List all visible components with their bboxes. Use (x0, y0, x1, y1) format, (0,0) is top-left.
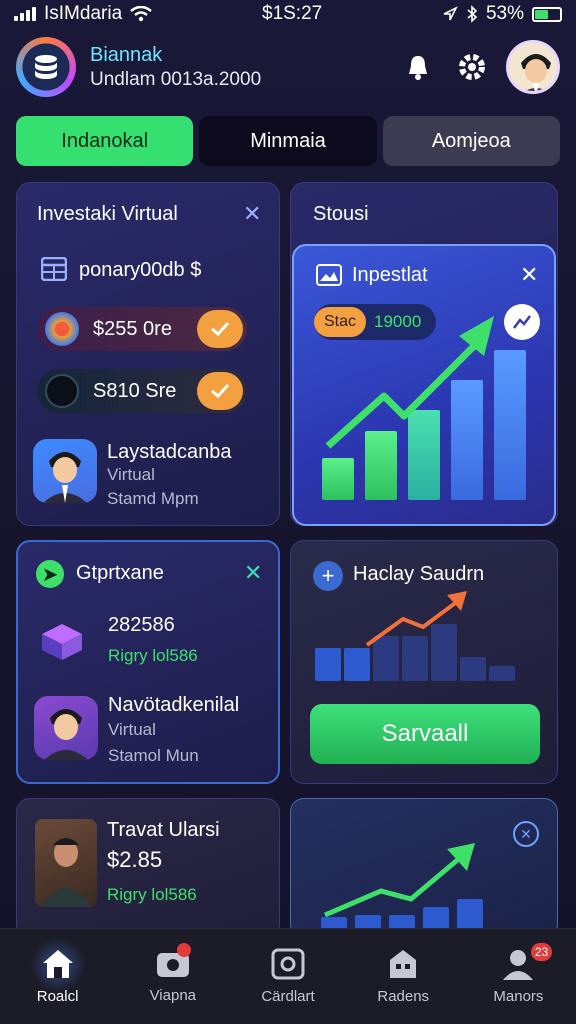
trend-arrow (365, 591, 467, 647)
status-bar: IsIMdaria $1S:27 53% (0, 0, 576, 28)
person-name: Laystadcanba (107, 441, 232, 463)
gear-icon[interactable] (452, 47, 492, 87)
signal-icon (14, 7, 36, 21)
chart-bar (489, 666, 515, 681)
chart-bar (322, 458, 354, 500)
card-title: Inpestlat (352, 264, 428, 286)
pill-1[interactable]: $255 0re (37, 307, 247, 351)
battery-percent: 53% (485, 3, 524, 24)
image-icon (316, 264, 342, 286)
value-label: 282586 (108, 614, 175, 636)
trend-icon[interactable] (504, 304, 540, 340)
chart-bar (344, 648, 370, 681)
bell-icon[interactable] (398, 47, 438, 87)
person-avatar[interactable] (34, 696, 98, 760)
wifi-icon (130, 6, 152, 22)
tab-aomjeoa[interactable]: Aomjeoa (382, 116, 560, 166)
profile-avatar[interactable] (506, 40, 560, 94)
app-header: Biannak Undlam 0013a.2000 (16, 36, 560, 98)
chart-bar (315, 648, 341, 681)
inpestiat-card[interactable]: Inpestlat ✕ Stac 19000 (292, 244, 556, 526)
nav-viapna[interactable]: Viapna (115, 929, 230, 1024)
frame-icon (271, 948, 305, 980)
pill-label: $255 0re (93, 317, 172, 340)
pill-label: S810 Sre (93, 379, 177, 402)
close-icon[interactable]: ✕ (243, 201, 261, 227)
coin-icon (45, 312, 79, 346)
bottom-nav: Roalcl Viapna Cärdlart Radens 23 Manors (0, 928, 576, 1024)
trend-arrow (324, 843, 475, 918)
value-sub: Rigry lol586 (108, 646, 198, 665)
plus-icon: + (313, 561, 343, 591)
cube-icon (42, 624, 82, 660)
row-label: ponary00db $ (79, 259, 202, 281)
person-sub: Virtual (107, 465, 155, 484)
notification-badge: 23 (530, 943, 553, 961)
twitter-icon (45, 374, 79, 408)
card-title: Stousi (313, 203, 369, 225)
location-icon (443, 6, 458, 21)
chart-bar (460, 657, 486, 681)
person-name: Travat Ularsi (107, 819, 220, 841)
value-sub: Rigry lol586 (107, 885, 197, 904)
person-avatar[interactable] (33, 439, 97, 503)
clock: $1S:27 (262, 3, 323, 24)
trend-arrow (325, 316, 494, 449)
person-sub: Stamol Mun (108, 746, 199, 765)
nav-manors[interactable]: 23 Manors (461, 929, 576, 1024)
travat-card[interactable]: Travat Ularsi $2.85 Rigry lol586 (16, 798, 280, 938)
check-icon[interactable] (197, 372, 243, 410)
tab-minmaia[interactable]: Minmaia (199, 116, 377, 166)
card-title: Haclay Saudrn (353, 563, 485, 585)
plus-icon: ➤ (36, 560, 64, 588)
building-icon (390, 950, 417, 978)
nav-label: Viapna (149, 987, 197, 1004)
nav-radens[interactable]: Radens (346, 929, 461, 1024)
carrier-label: IsIMdaria (44, 3, 123, 24)
nav-cardlart[interactable]: Cärdlart (230, 929, 345, 1024)
gtprtxane-card[interactable]: ➤ Gtprtxane ✕ 282586 Rigry lol586 Navöta… (16, 540, 280, 784)
person-sub: Stamd Mpm (107, 489, 199, 508)
nav-label: Manors (493, 988, 544, 1005)
pill-2[interactable]: S810 Sre (37, 369, 247, 413)
database-icon[interactable] (16, 37, 76, 97)
person-photo[interactable] (35, 819, 97, 907)
person-sub: Virtual (108, 720, 156, 739)
close-icon[interactable]: ✕ (244, 560, 262, 586)
investasi-card[interactable]: Investaki Virtual ✕ ponary00db $ $255 0r… (16, 182, 280, 526)
home-icon (42, 950, 73, 978)
check-icon[interactable] (197, 310, 243, 348)
sarvaall-button[interactable]: Sarvaall (310, 704, 540, 764)
tab-indanokal[interactable]: Indanokal (16, 116, 194, 166)
bluetooth-icon (467, 5, 478, 23)
nav-label: Radens (377, 988, 430, 1005)
battery-icon (532, 6, 562, 22)
person-name: Navötadkenilal (108, 694, 240, 716)
value-label: $2.85 (107, 847, 163, 872)
card-title: Gtprtxane (76, 562, 164, 584)
brand-name: Biannak (90, 43, 163, 66)
close-icon[interactable]: ✕ (513, 821, 539, 847)
nav-label: Cärdlart (261, 988, 315, 1005)
chart-card[interactable]: ✕ (290, 798, 558, 938)
tab-bar: Indanokal Minmaia Aomjeoa (16, 116, 560, 166)
calendar-icon (41, 257, 67, 281)
close-icon[interactable]: ✕ (520, 262, 538, 288)
balance-label: Undlam 0013a.2000 (90, 68, 262, 90)
card-title: Investaki Virtual (37, 203, 178, 225)
nav-home[interactable]: Roalcl (0, 929, 115, 1024)
